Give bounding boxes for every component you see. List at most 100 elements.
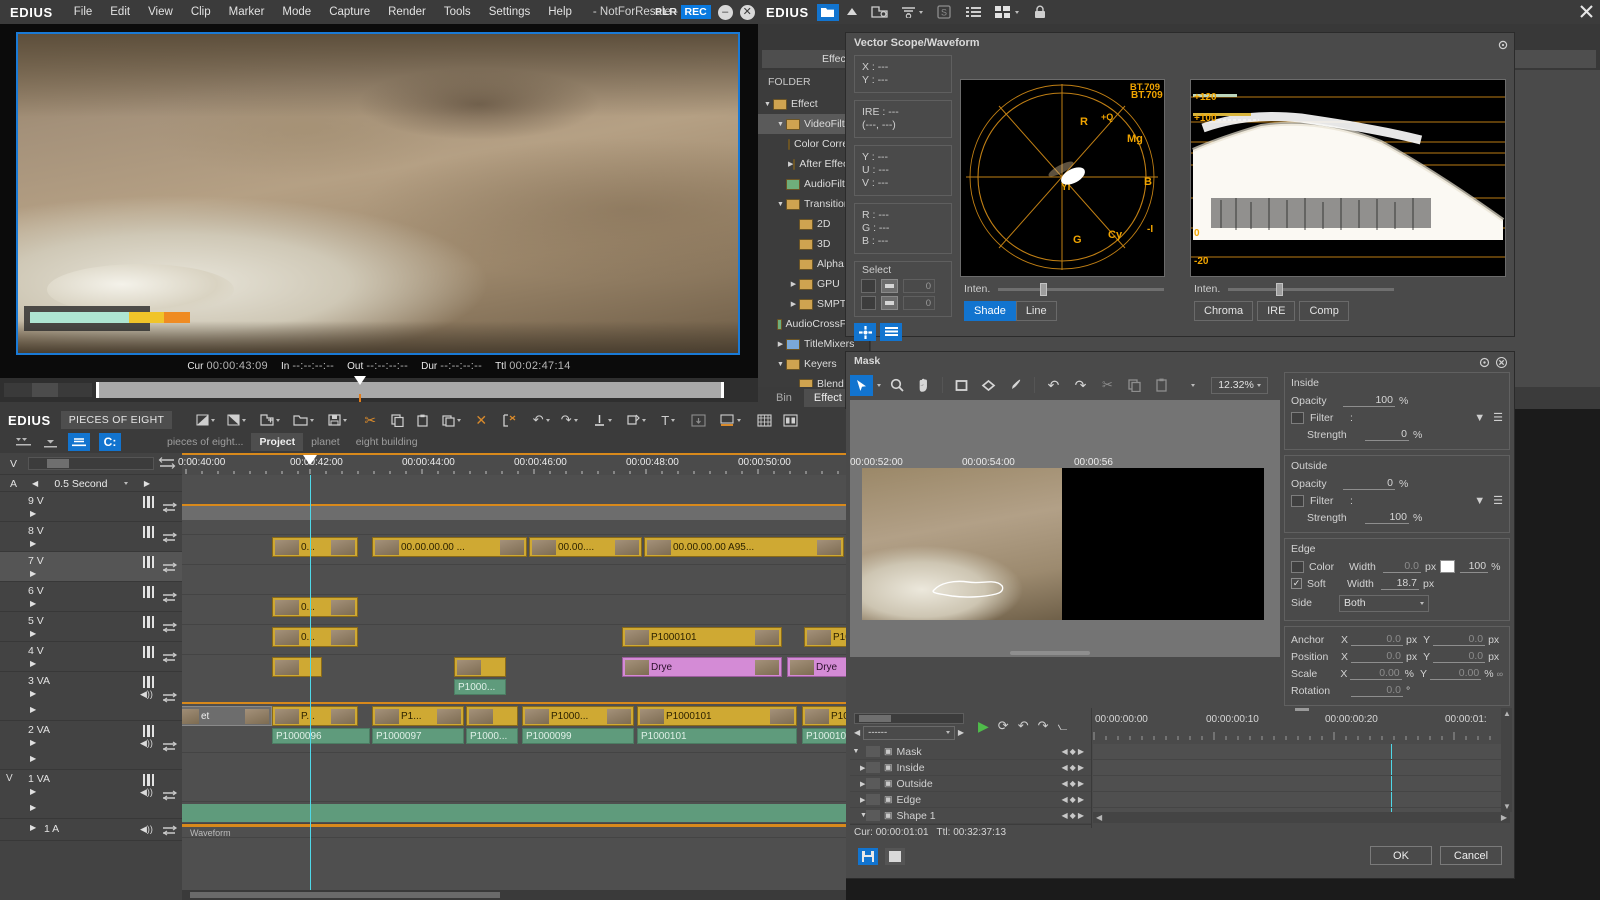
load-preset-icon[interactable] [885, 848, 905, 865]
timeline-redo-icon[interactable]: ↷ [556, 410, 582, 430]
keyframe-vscrollbar[interactable]: ▲ ▼ [1501, 708, 1512, 812]
open-project-icon[interactable] [290, 410, 316, 430]
select-value-2[interactable]: 0 [903, 296, 935, 310]
select-picker-button-2[interactable] [881, 296, 898, 310]
delete-clip-icon[interactable]: ✕ [470, 410, 492, 430]
waveform-intensity-slider[interactable] [1228, 288, 1394, 291]
timeline-audio-clip[interactable]: P1000101 [637, 728, 797, 744]
select-tool-dropdown-icon[interactable] [877, 384, 881, 387]
ellipse-tool-button[interactable] [977, 375, 1000, 396]
mask-toolbar-overflow-icon[interactable] [1191, 384, 1195, 387]
pan-hand-tool-button[interactable] [912, 375, 935, 396]
track-audio-expand-icon[interactable]: ▶ [30, 803, 36, 812]
timeline-track[interactable] [182, 505, 846, 535]
menu-settings[interactable]: Settings [480, 0, 540, 24]
keyframe-preset-dropdown[interactable]: ------ [863, 726, 955, 740]
list-view-icon[interactable] [959, 0, 989, 24]
plr-label[interactable]: PLR [655, 6, 678, 18]
freehand-tool-button[interactable] [1004, 375, 1027, 396]
timeline-zoom-slider[interactable] [28, 457, 154, 470]
scale-y-value[interactable]: 0.00 [1430, 667, 1481, 680]
keyframe-row[interactable]: ▼▣Mask◀◆▶ [850, 744, 1091, 760]
timeline-hscrollbar[interactable] [182, 890, 846, 900]
menu-clip[interactable]: Clip [182, 0, 220, 24]
timeline-clip[interactable]: 0... [272, 597, 358, 617]
zoom-scale-value[interactable]: 0.5 Second [54, 478, 107, 490]
keyframe-loop-icon[interactable]: ⟳ [998, 718, 1009, 734]
keyframe-scroll-right-icon[interactable]: ▶ [1501, 813, 1507, 822]
timeline-clip[interactable] [272, 657, 322, 677]
waveform-layout-icon[interactable] [880, 323, 902, 341]
edge-soft-checkbox[interactable]: ✓ [1291, 578, 1302, 589]
track-header-1-va[interactable]: 1 VA▶▶◀))V [0, 770, 182, 819]
track-expand-icon[interactable]: ▶ [30, 787, 36, 796]
tree-twisty-icon[interactable]: ▼ [762, 101, 773, 108]
track-patch-icon[interactable] [162, 561, 178, 579]
keyframe-row-twisty-icon[interactable]: ▶ [850, 764, 862, 772]
timeline-track[interactable]: Waveform [182, 824, 846, 838]
mask-titlebar[interactable]: Mask [846, 352, 1514, 370]
edge-color-checkbox[interactable] [1291, 561, 1304, 573]
keyframe-play-icon[interactable]: ▶ [978, 718, 989, 735]
edge-soft-width-value[interactable]: 18.7 [1381, 577, 1419, 590]
timeline-track[interactable]: etP...P1...P1000...P1000101P10P1000096P1… [182, 704, 846, 753]
timeline-clip[interactable]: 0... [272, 537, 358, 557]
paste-button[interactable] [1150, 375, 1173, 396]
zoom-out-icon[interactable]: ◀ [32, 479, 38, 488]
track-header-2-va[interactable]: 2 VA▶▶◀)) [0, 721, 182, 770]
tree-twisty-icon[interactable]: ▼ [775, 361, 786, 368]
track-expand-icon[interactable]: ▶ [30, 689, 36, 698]
timeline-clip[interactable] [466, 706, 518, 726]
timeline-clip[interactable]: 0... [272, 627, 358, 647]
player-scrubber[interactable] [0, 378, 758, 402]
keyframe-row[interactable]: ▶▣Outside◀◆▶ [850, 776, 1091, 792]
timeline-clip[interactable]: P1... [372, 706, 464, 726]
stop-capture-icon[interactable]: S [929, 0, 959, 24]
tree-twisty-icon[interactable]: ▼ [775, 201, 786, 208]
timeline-ruler[interactable]: 0:00:40:0000:00:42:0000:00:44:0000:00:46… [182, 453, 846, 475]
keyframe-next-preset-icon[interactable]: ▶ [958, 728, 964, 737]
position-y-value[interactable]: 0.0 [1433, 650, 1485, 663]
keyframe-row[interactable]: ▶▣Inside◀◆▶ [850, 760, 1091, 776]
timeline-track[interactable] [182, 475, 846, 505]
timeline-audio-clip[interactable]: P1000... [466, 728, 518, 744]
lock-icon[interactable] [1025, 0, 1055, 24]
timeline-track[interactable]: 0... [182, 595, 846, 625]
clear-in-out-icon[interactable] [224, 410, 248, 430]
track-expand-icon[interactable]: ▶ [30, 509, 36, 518]
track-header-4-v[interactable]: 4 V▶ [0, 642, 182, 672]
outside-strength-value[interactable]: 100 [1365, 511, 1409, 524]
timeline-undo-icon[interactable]: ↶ [528, 410, 554, 430]
menu-marker[interactable]: Marker [220, 0, 274, 24]
rectangle-tool-button[interactable] [950, 375, 973, 396]
timeline-track[interactable]: 0...P1000101P1000 [182, 625, 846, 655]
redo-button[interactable]: ↷ [1069, 375, 1092, 396]
mask-zoom-field[interactable]: 12.32% [1211, 377, 1268, 394]
track-patch-icon[interactable] [162, 740, 178, 758]
copy-clip-icon[interactable] [386, 410, 408, 430]
transform-icon[interactable] [622, 410, 650, 430]
keyframe-nav-icons[interactable]: ◀◆▶ [1062, 779, 1091, 788]
add-clip-timeline-icon[interactable] [256, 410, 282, 430]
tree-twisty-icon[interactable]: ▶ [775, 340, 786, 348]
timeline-clip[interactable]: et [182, 706, 272, 726]
rotation-value[interactable]: 0.0 [1351, 684, 1403, 697]
cut-clip-icon[interactable]: ✂ [358, 410, 382, 430]
layouter-icon[interactable] [778, 410, 802, 430]
menu-mode[interactable]: Mode [273, 0, 320, 24]
track-patch-icon[interactable] [162, 621, 178, 639]
sequence-tab-1[interactable]: Project [251, 433, 303, 451]
cut-button[interactable]: ✂ [1096, 375, 1119, 396]
track-expand-icon[interactable]: ▶ [30, 569, 36, 578]
menu-tools[interactable]: Tools [435, 0, 480, 24]
edge-color-width-value[interactable]: 0.0 [1383, 560, 1421, 573]
tree-twisty-icon[interactable]: ▶ [788, 300, 799, 308]
render-sequence-icon[interactable] [716, 410, 744, 430]
keyframe-row-twisty-icon[interactable]: ▶ [850, 780, 862, 788]
keyframe-enable-box[interactable] [866, 746, 880, 757]
keyframe-enable-box[interactable] [866, 762, 880, 773]
comp-mode-button[interactable]: Comp [1299, 301, 1348, 321]
tree-twisty-icon[interactable]: ▶ [788, 280, 799, 288]
inside-opacity-value[interactable]: 100 [1343, 394, 1395, 407]
timeline-track[interactable] [182, 565, 846, 595]
